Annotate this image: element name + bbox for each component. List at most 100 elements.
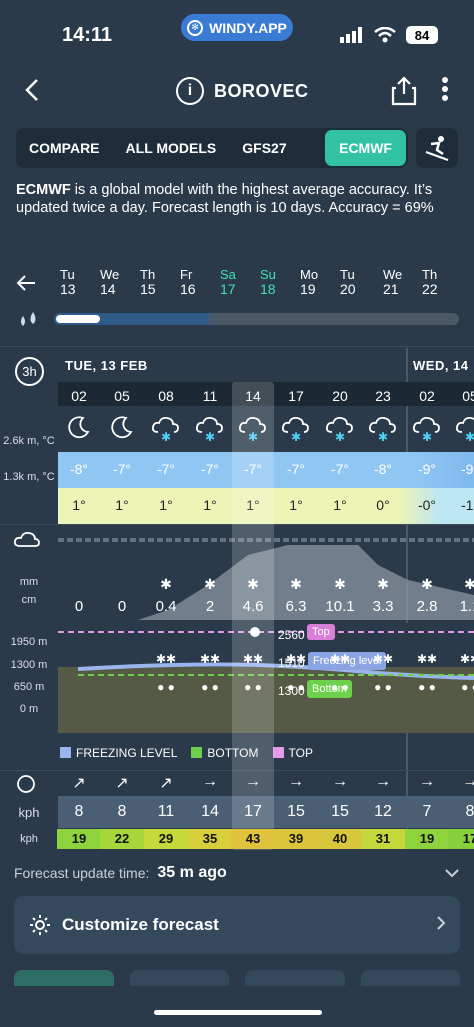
wind-gust-value: 31 — [361, 829, 405, 849]
wifi-icon — [374, 27, 396, 43]
slider-thumb[interactable] — [56, 315, 100, 323]
day-7[interactable]: Tu 20 — [340, 267, 374, 297]
temp-low-cell: 1° — [333, 497, 347, 513]
day-1[interactable]: We 14 — [100, 267, 134, 297]
alt-label-1950: 1950 m — [10, 636, 48, 648]
chevron-right-icon — [436, 915, 446, 936]
hour-label: 23 — [375, 388, 391, 404]
wind-speed-value: 12 — [374, 803, 392, 820]
forecast-update-row[interactable]: Forecast update time: 35 m ago — [14, 864, 460, 882]
customize-forecast-button[interactable]: Customize forecast — [14, 896, 460, 954]
temp-high-cell: -8° — [69, 461, 89, 477]
precip-unit-mm: mm — [19, 576, 39, 588]
compass-icon — [16, 774, 36, 799]
day-strip-back-button[interactable] — [16, 272, 36, 298]
update-label: Forecast update time: — [14, 865, 150, 881]
alt-label-0: 0 m — [19, 703, 39, 715]
home-indicator — [154, 1010, 322, 1015]
bottom-tab-bar — [14, 970, 460, 986]
day-4[interactable]: Sa 17 — [220, 267, 254, 297]
day-name: Fr — [180, 267, 193, 282]
bottom-tab[interactable] — [129, 970, 229, 986]
tab-ecmwf[interactable]: ECMWF — [325, 130, 406, 166]
app-pill-label: WINDY.APP — [209, 19, 287, 36]
hour-label: 05 — [462, 388, 474, 404]
wind-gust-value: 19 — [57, 829, 101, 849]
hour-label: 02 — [71, 388, 87, 404]
chevron-left-icon — [25, 79, 38, 101]
step-toggle-button[interactable]: 3h — [15, 357, 44, 386]
temp-low-cell: 1° — [289, 497, 303, 513]
hour-label: 17 — [288, 388, 304, 404]
day-9[interactable]: Th 22 — [422, 267, 456, 297]
day-6[interactable]: Mo 19 — [300, 267, 334, 297]
day-name: Th — [422, 267, 438, 282]
windy-app-pill[interactable]: ✻ WINDY.APP — [181, 14, 293, 41]
temp-low-cell: -1° — [460, 497, 474, 513]
wind-gust-value: 17 — [448, 829, 474, 849]
temp-high-cell: -9° — [460, 461, 474, 477]
back-button[interactable] — [20, 76, 48, 104]
day-0[interactable]: Tu 13 — [60, 267, 94, 297]
wind-direction-arrow-icon: → — [462, 773, 474, 790]
more-options-button[interactable] — [436, 76, 454, 106]
day-date: 14 — [100, 281, 116, 297]
day-name: We — [383, 267, 403, 282]
temp-high-cell: -7° — [156, 461, 176, 477]
levels-legend: FREEZING LEVEL BOTTOM TOP — [60, 746, 313, 760]
bottom-tab[interactable] — [245, 970, 345, 986]
day-date: 19 — [300, 281, 316, 297]
snowflake-icon: ✱✱ — [416, 652, 438, 666]
temp-low-cell: 1° — [203, 497, 217, 513]
alt-label-650: 650 m — [13, 681, 45, 693]
snow-cloud-icon: ✱ — [190, 414, 230, 449]
snowflake-icon: ✱ — [290, 576, 302, 592]
wind-speed-value: 8 — [74, 803, 84, 820]
day-date: 20 — [340, 281, 356, 297]
raindrop-icon: ● ● — [418, 680, 436, 694]
model-name: ECMWF — [16, 182, 71, 198]
svg-text:✱: ✱ — [335, 430, 345, 442]
date-label-wed: WED, 14 — [413, 358, 469, 373]
temp-high-cell: -7° — [112, 461, 132, 477]
snowflake-icon: ✱✱ — [372, 652, 394, 666]
snowflake-icon: ✱ — [247, 576, 259, 592]
temp-high-cell: -7° — [200, 461, 220, 477]
header-title-group[interactable]: i BOROVEC — [176, 77, 309, 105]
model-description: ECMWF is a global model with the highest… — [16, 182, 456, 217]
wind-speed-value: 15 — [287, 803, 305, 820]
precip-value: 0 — [117, 598, 127, 615]
wind-direction-arrow-icon: → — [202, 773, 218, 790]
bottom-tab[interactable] — [360, 970, 460, 986]
tab-compare[interactable]: COMPARE — [16, 130, 113, 166]
precip-unit-cm: cm — [21, 594, 37, 606]
page-title: BOROVEC — [214, 80, 309, 101]
day-name: Tu — [340, 267, 355, 282]
snow-cloud-icon: ✱ — [320, 414, 360, 449]
share-button[interactable] — [390, 76, 418, 106]
day-8[interactable]: We 21 — [383, 267, 417, 297]
tab-gfs27[interactable]: GFS27 — [229, 130, 299, 166]
raindrop-icon: ● ● — [157, 680, 175, 694]
day-5[interactable]: Su 18 — [260, 267, 294, 297]
precip-value: 1.1 — [459, 598, 474, 615]
precip-value: 0.4 — [155, 598, 177, 615]
wind-direction-arrow-icon: ↗ — [159, 775, 173, 792]
precip-value: 3.3 — [372, 598, 394, 615]
wind-speed-value: 8 — [465, 803, 474, 820]
day-date: 16 — [180, 281, 196, 297]
forecast-range-slider[interactable] — [54, 313, 459, 325]
day-2[interactable]: Th 15 — [140, 267, 174, 297]
hour-label: 02 — [419, 388, 435, 404]
bottom-tab[interactable] — [14, 970, 114, 986]
arrow-left-icon — [16, 275, 35, 291]
day-3[interactable]: Fr 16 — [180, 267, 214, 297]
wind-direction-arrow-icon: → — [245, 773, 261, 790]
tab-all-models[interactable]: ALL MODELS — [113, 130, 230, 166]
wind-speed-value: 8 — [117, 803, 127, 820]
temp-high-cell: -9° — [417, 461, 437, 477]
wind-direction-arrow-icon: → — [332, 773, 348, 790]
day-date: 13 — [60, 281, 76, 297]
snowflake-icon: ✱ — [421, 576, 433, 592]
ski-mode-button[interactable] — [416, 128, 458, 168]
